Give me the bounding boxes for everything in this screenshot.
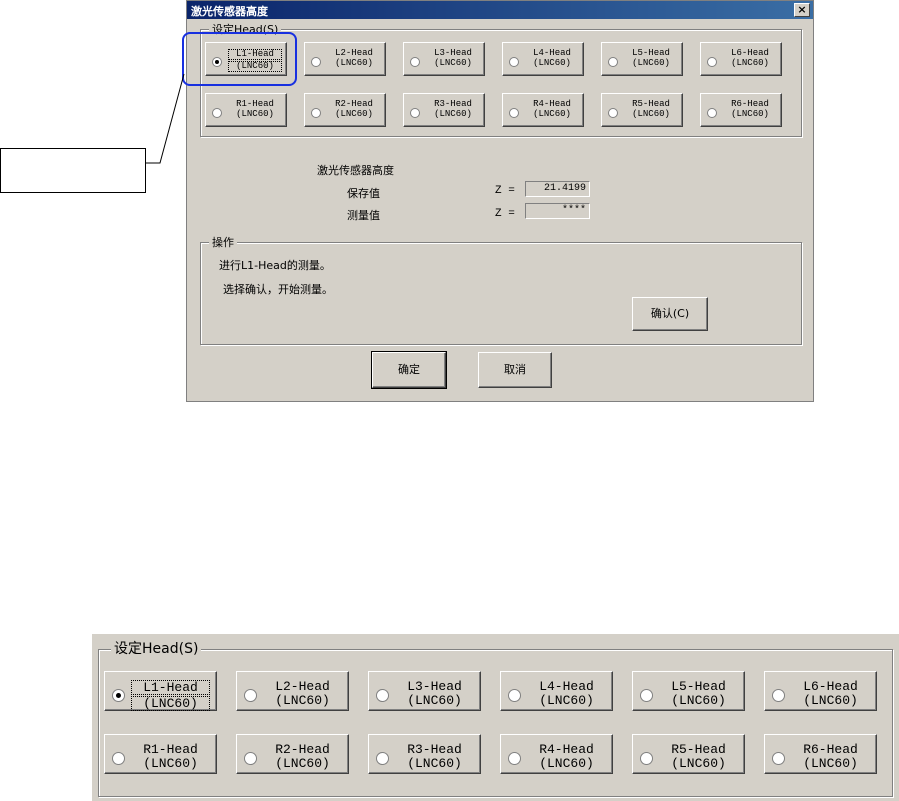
zoomed-head-button-r2-head[interactable]: R2-Head (LNC60) xyxy=(236,734,349,774)
head-button-text: R4-Head (LNC60) xyxy=(527,743,606,771)
head-button-text: L3-Head (LNC60) xyxy=(395,680,474,708)
head-name: L4-Head xyxy=(539,679,594,694)
head-button-text: L5-Head (LNC60) xyxy=(659,680,738,708)
head-name: L6-Head xyxy=(803,679,858,694)
zoomed-head-button-r6-head[interactable]: R6-Head (LNC60) xyxy=(764,734,877,774)
zoomed-head-button-r4-head[interactable]: R4-Head (LNC60) xyxy=(500,734,613,774)
head-model: (LNC60) xyxy=(275,756,330,771)
head-model: (LNC60) xyxy=(803,756,858,771)
head-button-text: R1-Head (LNC60) xyxy=(131,743,210,771)
radio-icon[interactable] xyxy=(112,752,125,765)
head-model: (LNC60) xyxy=(671,693,726,708)
zoomed-head-button-l6-head[interactable]: L6-Head (LNC60) xyxy=(764,671,877,711)
head-button-text: R3-Head (LNC60) xyxy=(395,743,474,771)
zoomed-head-button-l5-head[interactable]: L5-Head (LNC60) xyxy=(632,671,745,711)
head-button-text: L4-Head (LNC60) xyxy=(527,680,606,708)
head-name: R6-Head xyxy=(803,742,858,757)
zoomed-head-panel: 设定Head(S) L1-Head (LNC60) L2-Head (LNC60) L3… xyxy=(92,634,899,801)
radio-icon[interactable] xyxy=(376,689,389,702)
head-button-text: R6-Head (LNC60) xyxy=(791,743,870,771)
zoomed-head-button-l2-head[interactable]: L2-Head (LNC60) xyxy=(236,671,349,711)
radio-icon[interactable] xyxy=(640,689,653,702)
zoomed-head-button-l3-head[interactable]: L3-Head (LNC60) xyxy=(368,671,481,711)
radio-icon[interactable] xyxy=(772,752,785,765)
radio-icon[interactable] xyxy=(112,689,125,702)
zoomed-head-button-l1-head[interactable]: L1-Head (LNC60) xyxy=(104,671,217,711)
radio-icon[interactable] xyxy=(508,752,521,765)
zoomed-head-button-r1-head[interactable]: R1-Head (LNC60) xyxy=(104,734,217,774)
head-button-text: R2-Head (LNC60) xyxy=(263,743,342,771)
zoomed-head-button-r5-head[interactable]: R5-Head (LNC60) xyxy=(632,734,745,774)
head-model: (LNC60) xyxy=(143,756,198,771)
head-button-text: R5-Head (LNC60) xyxy=(659,743,738,771)
head-name: L2-Head xyxy=(275,679,330,694)
zoomed-head-button-l4-head[interactable]: L4-Head (LNC60) xyxy=(500,671,613,711)
head-model: (LNC60) xyxy=(407,693,462,708)
head-model: (LNC60) xyxy=(803,693,858,708)
radio-icon[interactable] xyxy=(376,752,389,765)
head-button-text: L1-Head (LNC60) xyxy=(131,680,210,712)
head-name: L3-Head xyxy=(407,679,462,694)
zoomed-head-button-r3-head[interactable]: R3-Head (LNC60) xyxy=(368,734,481,774)
head-name: R5-Head xyxy=(671,742,726,757)
radio-icon[interactable] xyxy=(244,752,257,765)
head-model: (LNC60) xyxy=(131,696,210,711)
head-model: (LNC60) xyxy=(407,756,462,771)
head-model: (LNC60) xyxy=(671,756,726,771)
radio-icon[interactable] xyxy=(640,752,653,765)
head-model: (LNC60) xyxy=(539,756,594,771)
head-button-text: L2-Head (LNC60) xyxy=(263,680,342,708)
head-model: (LNC60) xyxy=(539,693,594,708)
zoomed-head-select-group-label: 设定Head(S) xyxy=(111,638,202,658)
head-name: R1-Head xyxy=(143,742,198,757)
head-name: L5-Head xyxy=(671,679,726,694)
radio-icon[interactable] xyxy=(772,689,785,702)
head-name: R3-Head xyxy=(407,742,462,757)
head-model: (LNC60) xyxy=(275,693,330,708)
head-name: R4-Head xyxy=(539,742,594,757)
head-name: L1-Head xyxy=(131,680,210,695)
head-button-text: L6-Head (LNC60) xyxy=(791,680,870,708)
head-name: R2-Head xyxy=(275,742,330,757)
radio-icon[interactable] xyxy=(508,689,521,702)
radio-icon[interactable] xyxy=(244,689,257,702)
